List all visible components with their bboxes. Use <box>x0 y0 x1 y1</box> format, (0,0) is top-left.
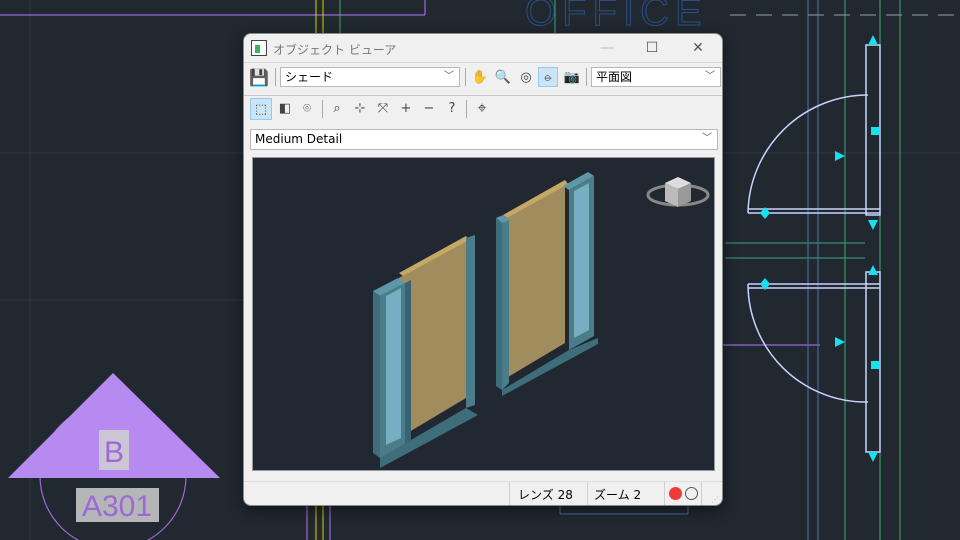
door-plan-bottom <box>747 271 881 453</box>
zoom-out-icon[interactable]: − <box>419 98 439 118</box>
section-tag-letter: B <box>104 436 124 469</box>
window-unit-right <box>496 172 598 396</box>
chevron-down-icon: ﹀ <box>705 71 715 82</box>
viewcube-icon <box>646 177 710 207</box>
toolbar-view: 💾 シェード ﹀ ✋ 🔍 ◎ ⦵ 📷 平面図 ﹀ <box>244 67 722 93</box>
wireframe-box-icon[interactable]: ⬚ <box>250 98 272 120</box>
chevron-down-icon: ﹀ <box>444 71 454 82</box>
object-viewer-window: オブジェクト ビューア — ☐ ✕ 💾 シェード ﹀ ✋ 🔍 ◎ ⦵ 📷 平面図 ﹀… <box>243 33 723 506</box>
record-indicator-icon[interactable] <box>669 487 682 500</box>
3d-viewport[interactable] <box>252 157 715 471</box>
chevron-down-icon: ﹀ <box>702 133 712 144</box>
target-icon[interactable]: ⌖ <box>472 98 492 118</box>
maximize-button[interactable]: ☐ <box>632 36 672 60</box>
zoom-window-icon[interactable]: ⌕ <box>327 98 347 118</box>
section-tag-sheet: A301 <box>82 490 152 523</box>
status-indicator-icon[interactable] <box>685 487 698 500</box>
window-3d-model <box>373 172 710 468</box>
minimize-button[interactable]: — <box>587 36 627 60</box>
zoom-icon[interactable]: 🔍 <box>493 67 513 87</box>
pan-hand-icon[interactable]: ✋ <box>470 67 490 87</box>
visual-style-dropdown[interactable]: シェード ﹀ <box>280 67 460 87</box>
save-icon[interactable]: 💾 <box>249 67 269 87</box>
orbit-icon[interactable]: ◎ <box>516 67 536 87</box>
shaded-box-icon[interactable]: ◧ <box>275 98 295 118</box>
door-plan-top <box>747 44 881 216</box>
close-button[interactable]: ✕ <box>678 36 718 60</box>
object-viewer-app-icon <box>251 40 267 56</box>
zoom-readout: ズーム 2 <box>594 488 642 502</box>
title-bar[interactable]: オブジェクト ビューア — ☐ ✕ <box>244 34 722 62</box>
window-unit-left <box>373 235 478 468</box>
resize-grip-icon[interactable]: ⋰ <box>711 495 719 504</box>
camera-settings-icon[interactable]: ⌾ <box>297 98 317 118</box>
toolbar-projection: ⬚ ◧ ⌾ ⌕ ⊹ ⤧ + − ? ⌖ <box>244 98 722 124</box>
zoom-in-icon[interactable]: + <box>396 98 416 118</box>
status-bar: レンズ 28 ズーム 2 ⋰ <box>244 481 722 505</box>
zoom-extents-icon[interactable]: ⤧ <box>373 98 393 118</box>
zoom-center-icon[interactable]: ⊹ <box>350 98 370 118</box>
view-direction-dropdown[interactable]: 平面図 ﹀ <box>591 67 721 87</box>
window-title: オブジェクト ビューア <box>273 43 397 57</box>
free-orbit-icon[interactable]: ⦵ <box>538 67 558 87</box>
detail-level-dropdown[interactable]: Medium Detail ﹀ <box>250 129 718 150</box>
room-label-office: OFFICE <box>525 0 708 34</box>
lens-readout: レンズ 28 <box>518 488 573 502</box>
help-zoom-icon[interactable]: ? <box>442 98 462 118</box>
camera-icon[interactable]: 📷 <box>562 67 582 87</box>
